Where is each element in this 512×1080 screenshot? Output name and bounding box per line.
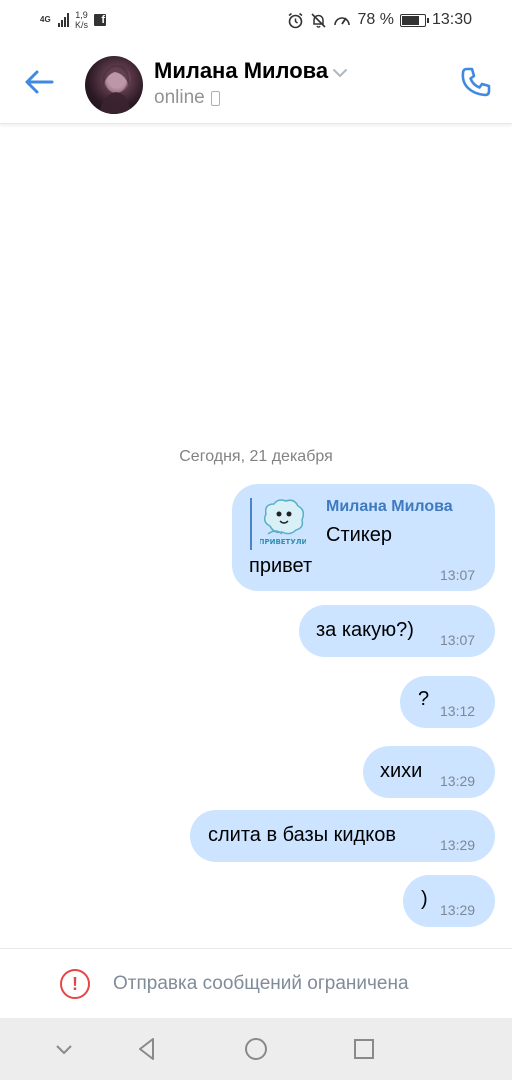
message-time: 13:29 [440, 902, 476, 918]
message-text: за какую?) [316, 619, 414, 641]
back-arrow-icon[interactable] [22, 64, 58, 100]
chevron-down-icon[interactable] [331, 66, 349, 80]
speed-unit: K/s [75, 20, 89, 30]
reply-preview-text: Стикер [326, 524, 392, 546]
battery-fill [401, 15, 420, 25]
contact-name[interactable]: Милана Милова [154, 58, 328, 84]
message-text: привет [249, 555, 313, 577]
network-speed: 1,9 K/s [75, 10, 88, 30]
nav-back-icon[interactable] [134, 1036, 160, 1062]
reply-quote-bar [250, 498, 252, 550]
status-bar: 4G 1,9 K/s f 78 % 13:30 [0, 0, 512, 42]
message-time: 13:29 [440, 773, 476, 789]
date-separator: Сегодня, 21 декабря [179, 448, 333, 465]
nav-recents-icon[interactable] [351, 1036, 377, 1062]
message-time: 13:07 [440, 567, 476, 583]
message-text: ) [421, 888, 428, 910]
contact-avatar[interactable] [85, 56, 143, 114]
restriction-text: Отправка сообщений ограничена [113, 973, 409, 994]
facebook-notification-icon: f [94, 14, 107, 26]
message-text: слита в базы кидков [208, 824, 396, 846]
message-text: хихи [380, 760, 423, 782]
reply-author: Милана Милова [326, 498, 453, 515]
message-time: 13:07 [440, 632, 476, 648]
online-status: online [154, 87, 205, 108]
messaging-restricted-bar: ! Отправка сообщений ограничена [0, 948, 512, 1018]
sticker-thumbnail: ПРИВЕТУЛИ [260, 499, 306, 546]
avatar-image [99, 65, 131, 114]
sticker-caption: ПРИВЕТУЛИ [260, 538, 306, 546]
phone-call-icon[interactable] [458, 64, 494, 100]
message-bubble[interactable]: ? 13:12 [400, 676, 495, 728]
message-bubble[interactable]: слита в базы кидков 13:29 [190, 810, 495, 862]
message-bubble-reply[interactable]: ПРИВЕТУЛИ Милана Милова Стикер привет 13… [232, 484, 495, 591]
battery-icon [399, 13, 429, 27]
chat-header: Милана Милова online [0, 42, 512, 124]
message-time: 13:29 [440, 837, 476, 853]
message-text: ? [418, 688, 430, 710]
message-bubble[interactable]: ) 13:29 [403, 875, 495, 927]
warning-icon: ! [60, 969, 90, 999]
nav-home-icon[interactable] [243, 1036, 269, 1062]
message-time: 13:12 [440, 703, 476, 719]
mute-bell-icon [311, 12, 327, 28]
message-bubble[interactable]: за какую?) 13:07 [299, 605, 495, 657]
network-type: 4G [40, 15, 51, 24]
status-left: 4G 1,9 K/s f [40, 10, 107, 30]
clock: 13:30 [431, 11, 472, 28]
battery-percent: 78 % [357, 11, 394, 28]
status-right: 78 % 13:30 [287, 11, 472, 29]
alarm-icon [289, 12, 303, 28]
system-nav-bar [0, 1018, 512, 1080]
chevron-down-icon[interactable] [51, 1036, 77, 1062]
contact-status: online [154, 87, 220, 109]
speed-value: 1,9 [75, 10, 88, 20]
mobile-device-icon [210, 90, 220, 106]
speedometer-icon [334, 16, 351, 25]
message-bubble[interactable]: хихи 13:29 [363, 746, 495, 798]
signal-icon [58, 13, 69, 27]
